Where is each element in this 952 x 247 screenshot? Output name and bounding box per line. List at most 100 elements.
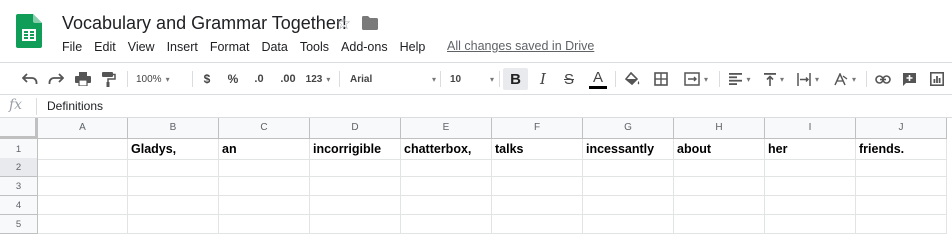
cell-h2[interactable] bbox=[674, 158, 765, 177]
cell-c1[interactable]: an bbox=[219, 139, 310, 160]
cell-b1[interactable]: Gladys, bbox=[128, 139, 219, 160]
cell-g2[interactable] bbox=[583, 158, 674, 177]
cell-d5[interactable] bbox=[310, 215, 401, 234]
save-status-link[interactable]: All changes saved in Drive bbox=[447, 39, 594, 53]
cell-d3[interactable] bbox=[310, 177, 401, 196]
cell-d2[interactable] bbox=[310, 158, 401, 177]
insert-comment-icon[interactable] bbox=[898, 68, 920, 90]
font-size-select[interactable]: 10 ▾ bbox=[450, 68, 494, 90]
cell-g5[interactable] bbox=[583, 215, 674, 234]
cell-c4[interactable] bbox=[219, 196, 310, 215]
menu-tools[interactable]: Tools bbox=[294, 39, 335, 57]
cell-g4[interactable] bbox=[583, 196, 674, 215]
redo-icon[interactable] bbox=[46, 68, 66, 90]
folder-icon[interactable] bbox=[362, 16, 378, 30]
cell-h5[interactable] bbox=[674, 215, 765, 234]
column-header-d[interactable]: D bbox=[310, 118, 401, 139]
print-icon[interactable] bbox=[73, 68, 93, 90]
row-header-4[interactable]: 4 bbox=[0, 196, 38, 215]
cell-f4[interactable] bbox=[492, 196, 583, 215]
row-header-1[interactable]: 1 bbox=[0, 139, 38, 160]
italic-button[interactable]: I bbox=[532, 68, 554, 90]
column-header-j[interactable]: J bbox=[856, 118, 947, 139]
currency-format-button[interactable]: $ bbox=[198, 68, 216, 90]
menu-file[interactable]: File bbox=[56, 39, 88, 57]
cell-b4[interactable] bbox=[128, 196, 219, 215]
cell-a2[interactable] bbox=[38, 158, 128, 177]
column-header-f[interactable]: F bbox=[492, 118, 583, 139]
font-family-select[interactable]: Arial ▾ bbox=[350, 68, 436, 90]
more-formats-button[interactable]: 123 ▾ bbox=[303, 68, 333, 90]
paint-format-icon[interactable] bbox=[99, 68, 119, 90]
cell-j2[interactable] bbox=[856, 158, 947, 177]
menu-addons[interactable]: Add-ons bbox=[335, 39, 394, 57]
cell-h3[interactable] bbox=[674, 177, 765, 196]
cell-b5[interactable] bbox=[128, 215, 219, 234]
percent-format-button[interactable]: % bbox=[224, 68, 242, 90]
cell-i4[interactable] bbox=[765, 196, 856, 215]
cell-j4[interactable] bbox=[856, 196, 947, 215]
cell-f1[interactable]: talks bbox=[492, 139, 583, 160]
cell-c2[interactable] bbox=[219, 158, 310, 177]
borders-icon[interactable] bbox=[650, 68, 672, 90]
increase-decimals-button[interactable]: .00 bbox=[276, 68, 300, 90]
column-header-g[interactable]: G bbox=[583, 118, 674, 139]
menu-view[interactable]: View bbox=[122, 39, 161, 57]
cell-b2[interactable] bbox=[128, 158, 219, 177]
menu-help[interactable]: Help bbox=[394, 39, 432, 57]
document-title[interactable]: Vocabulary and Grammar Together! bbox=[62, 13, 347, 34]
cell-e4[interactable] bbox=[401, 196, 492, 215]
text-rotation-icon[interactable]: ▾ bbox=[830, 68, 860, 90]
horizontal-align-icon[interactable]: ▾ bbox=[726, 68, 754, 90]
cell-e3[interactable] bbox=[401, 177, 492, 196]
zoom-select[interactable]: 100% ▾ bbox=[136, 68, 186, 90]
cell-d1[interactable]: incorrigible bbox=[310, 139, 401, 160]
cell-c3[interactable] bbox=[219, 177, 310, 196]
formula-input[interactable]: Definitions bbox=[47, 99, 103, 113]
insert-link-icon[interactable] bbox=[872, 68, 894, 90]
strikethrough-button[interactable]: S bbox=[558, 68, 580, 90]
column-header-b[interactable]: B bbox=[128, 118, 219, 139]
column-header-c[interactable]: C bbox=[219, 118, 310, 139]
column-header-h[interactable]: H bbox=[674, 118, 765, 139]
cell-i2[interactable] bbox=[765, 158, 856, 177]
cell-a5[interactable] bbox=[38, 215, 128, 234]
cell-f5[interactable] bbox=[492, 215, 583, 234]
cell-g3[interactable] bbox=[583, 177, 674, 196]
cell-b3[interactable] bbox=[128, 177, 219, 196]
cell-a1[interactable] bbox=[38, 139, 128, 160]
sheets-logo-icon[interactable] bbox=[16, 14, 42, 48]
menu-data[interactable]: Data bbox=[255, 39, 293, 57]
cell-e1[interactable]: chatterbox, bbox=[401, 139, 492, 160]
cell-i1[interactable]: her bbox=[765, 139, 856, 160]
column-header-i[interactable]: I bbox=[765, 118, 856, 139]
cell-e5[interactable] bbox=[401, 215, 492, 234]
select-all-corner[interactable] bbox=[0, 118, 38, 139]
cell-a3[interactable] bbox=[38, 177, 128, 196]
decrease-decimals-button[interactable]: .0 bbox=[248, 68, 270, 90]
cell-h4[interactable] bbox=[674, 196, 765, 215]
row-header-3[interactable]: 3 bbox=[0, 177, 38, 196]
cell-h1[interactable]: about bbox=[674, 139, 765, 160]
cell-i3[interactable] bbox=[765, 177, 856, 196]
cell-j1[interactable]: friends. bbox=[856, 139, 947, 160]
bold-button[interactable]: B bbox=[503, 68, 528, 90]
menu-insert[interactable]: Insert bbox=[161, 39, 204, 57]
cell-c5[interactable] bbox=[219, 215, 310, 234]
undo-icon[interactable] bbox=[20, 68, 40, 90]
cell-f2[interactable] bbox=[492, 158, 583, 177]
column-header-e[interactable]: E bbox=[401, 118, 492, 139]
menu-edit[interactable]: Edit bbox=[88, 39, 122, 57]
star-icon[interactable]: ☆ bbox=[336, 14, 351, 34]
cell-e2[interactable] bbox=[401, 158, 492, 177]
insert-chart-icon[interactable] bbox=[926, 68, 948, 90]
text-wrapping-icon[interactable]: ▾ bbox=[794, 68, 822, 90]
cell-j3[interactable] bbox=[856, 177, 947, 196]
menu-format[interactable]: Format bbox=[204, 39, 256, 57]
cell-g1[interactable]: incessantly bbox=[583, 139, 674, 160]
merge-cells-icon[interactable]: ▾ bbox=[678, 68, 714, 90]
cell-f3[interactable] bbox=[492, 177, 583, 196]
vertical-align-icon[interactable]: ▾ bbox=[760, 68, 788, 90]
cell-j5[interactable] bbox=[856, 215, 947, 234]
text-color-button[interactable]: A bbox=[586, 68, 610, 90]
